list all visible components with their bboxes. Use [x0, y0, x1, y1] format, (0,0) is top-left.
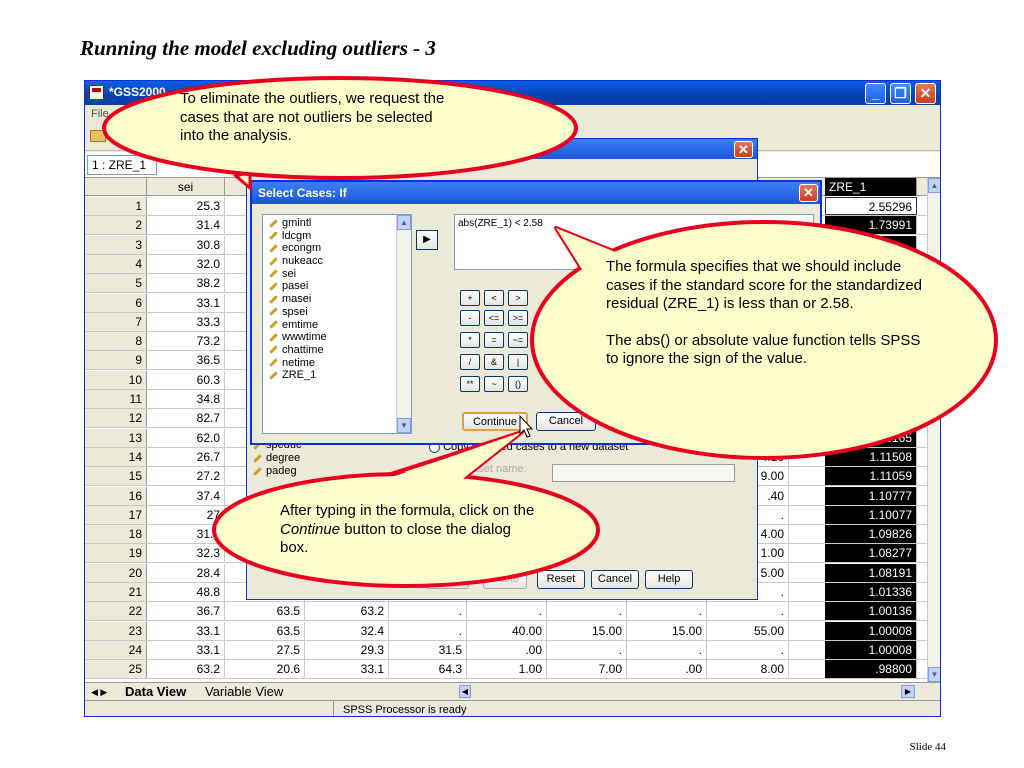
right-callout-text: The formula specifies that we should inc…	[606, 258, 926, 369]
bottom-callout-text: After typing in the formula, click on th…	[280, 502, 535, 556]
right-callout-paragraph-2: The abs() or absolute value function tel…	[606, 331, 921, 368]
slide-number: Slide 44	[909, 741, 946, 753]
right-callout-paragraph-1: The formula specifies that we should inc…	[606, 258, 923, 312]
callout-shapes	[102, 76, 998, 588]
continue-emphasis: Continue	[280, 520, 341, 538]
top-callout-text: To eliminate the outliers, we request th…	[180, 90, 445, 144]
